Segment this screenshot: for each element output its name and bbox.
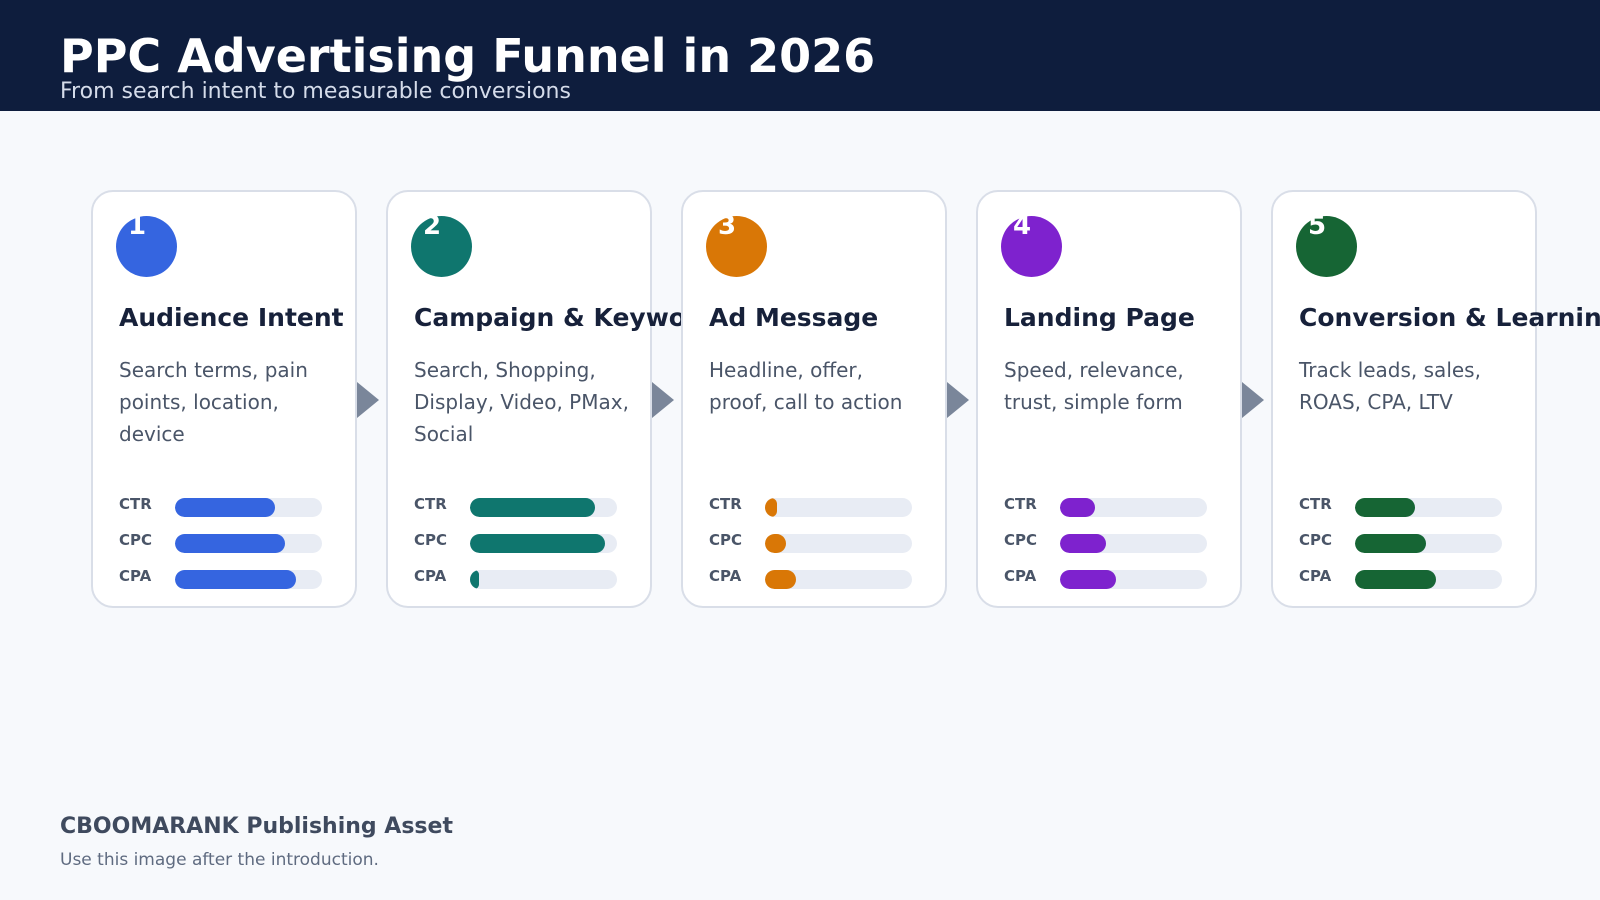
step-number-badge: 1 (116, 211, 177, 277)
step-card-3: 3 Ad Message Headline, offer, proof, call … (681, 190, 947, 608)
metric-row-cpc: CPC (1004, 530, 1214, 553)
metric-row-ctr: CTR (709, 494, 919, 517)
metric-label: CPC (709, 531, 743, 549)
step-card-5: 5 Conversion & Learning Track leads, sales… (1271, 190, 1600, 608)
metric-bar-fill (1355, 498, 1416, 517)
step-card-content: 4 Landing Page Speed, relevance, trust, si… (978, 192, 1240, 606)
metric-bar-track (1355, 570, 1502, 589)
flow-arrow-icon (652, 382, 674, 418)
step-description: Search terms, pain points, location, dev… (119, 358, 308, 446)
metric-label: CPA (1299, 567, 1332, 585)
metric-bar-track (1060, 498, 1207, 517)
step-number: 5 (1308, 211, 1327, 241)
metric-row-cpc: CPC (709, 530, 919, 553)
metric-bar-fill (765, 534, 786, 553)
metric-row-ctr: CTR (1299, 494, 1509, 517)
metric-bar-fill (470, 498, 595, 517)
metric-row-cpc: CPC (414, 530, 624, 553)
metric-bar-fill (1060, 498, 1096, 517)
metric-row-cpc: CPC (119, 530, 329, 553)
step-number-badge: 3 (706, 211, 767, 277)
metric-row-cpa: CPA (414, 566, 624, 589)
metric-bar-track (175, 498, 322, 517)
metric-bar-fill (1060, 534, 1106, 553)
step-title: Audience Intent (119, 303, 344, 332)
metric-bar-track (1060, 570, 1207, 589)
step-card-2: 2 Campaign & Keywords Search, Shopping, Di… (386, 190, 731, 608)
metric-row-ctr: CTR (414, 494, 624, 517)
step-title: Ad Message (709, 303, 879, 332)
step-number: 1 (128, 211, 147, 241)
header-banner: PPC Advertising Funnel in 2026 From sear… (0, 0, 1600, 111)
metric-bar-track (1355, 534, 1502, 553)
metric-bar-track (1355, 498, 1502, 517)
step-title: Conversion & Learning (1299, 303, 1600, 332)
step-card-4: 4 Landing Page Speed, relevance, trust, si… (976, 190, 1242, 608)
step-description: Search, Shopping, Display, Video, PMax, … (414, 358, 629, 446)
page-subtitle: From search intent to measurable convers… (60, 79, 571, 104)
metric-bar-track (470, 570, 617, 589)
metric-bar-fill (175, 498, 275, 517)
step-number: 2 (423, 211, 442, 241)
footer-note: Use this image after the introduction. (60, 850, 379, 870)
step-description: Headline, offer, proof, call to action (709, 358, 903, 414)
step-number: 3 (718, 211, 737, 241)
step-card-content: 5 Conversion & Learning Track leads, sales… (1273, 192, 1600, 606)
metric-label: CTR (119, 495, 152, 513)
metric-bar-fill (1355, 534, 1426, 553)
metric-bar-track (470, 534, 617, 553)
metric-bar-fill (175, 534, 286, 553)
metric-row-ctr: CTR (119, 494, 329, 517)
metric-bar-fill (175, 570, 296, 589)
metric-label: CPC (414, 531, 448, 549)
step-card-content: 3 Ad Message Headline, offer, proof, call … (683, 192, 945, 606)
metric-bar-fill (765, 498, 777, 517)
metric-row-cpa: CPA (1004, 566, 1214, 589)
metric-bar-track (765, 570, 912, 589)
metric-bar-track (1060, 534, 1207, 553)
metric-row-cpa: CPA (709, 566, 919, 589)
metric-bar-fill (765, 570, 796, 589)
metric-bar-fill (470, 534, 606, 553)
metric-bar-track (470, 498, 617, 517)
metric-label: CTR (1299, 495, 1332, 513)
step-card-content: 2 Campaign & Keywords Search, Shopping, Di… (388, 192, 731, 606)
metric-bar-fill (470, 570, 479, 589)
metric-row-ctr: CTR (1004, 494, 1214, 517)
metric-label: CPA (119, 567, 152, 585)
metric-bar-track (175, 570, 322, 589)
metric-label: CPA (1004, 567, 1037, 585)
metric-label: CPC (119, 531, 153, 549)
flow-arrow-icon (947, 382, 969, 418)
metric-label: CPA (414, 567, 447, 585)
step-title: Landing Page (1004, 303, 1195, 332)
step-description: Track leads, sales, ROAS, CPA, LTV (1299, 358, 1481, 414)
metric-bar-fill (1060, 570, 1116, 589)
metric-row-cpc: CPC (1299, 530, 1509, 553)
step-number-badge: 4 (1001, 211, 1062, 277)
metric-bar-track (765, 498, 912, 517)
footer-brand: CBOOMARANK Publishing Asset (60, 814, 453, 839)
metric-label: CPA (709, 567, 742, 585)
metric-label: CTR (1004, 495, 1037, 513)
flow-arrow-icon (357, 382, 379, 418)
metric-bar-track (765, 534, 912, 553)
metric-row-cpa: CPA (119, 566, 329, 589)
flow-arrow-icon (1242, 382, 1264, 418)
step-description: Speed, relevance, trust, simple form (1004, 358, 1184, 414)
metric-row-cpa: CPA (1299, 566, 1509, 589)
metric-label: CTR (414, 495, 447, 513)
metric-label: CTR (709, 495, 742, 513)
step-card-1: 1 Audience Intent Search terms, pain point… (91, 190, 357, 608)
page-title: PPC Advertising Funnel in 2026 (60, 29, 876, 83)
metric-label: CPC (1299, 531, 1333, 549)
step-number-badge: 5 (1296, 211, 1357, 277)
step-number-badge: 2 (411, 211, 472, 277)
step-card-content: 1 Audience Intent Search terms, pain point… (93, 192, 355, 606)
step-number: 4 (1013, 211, 1032, 241)
metric-bar-track (175, 534, 322, 553)
metric-label: CPC (1004, 531, 1038, 549)
metric-bar-fill (1355, 570, 1436, 589)
